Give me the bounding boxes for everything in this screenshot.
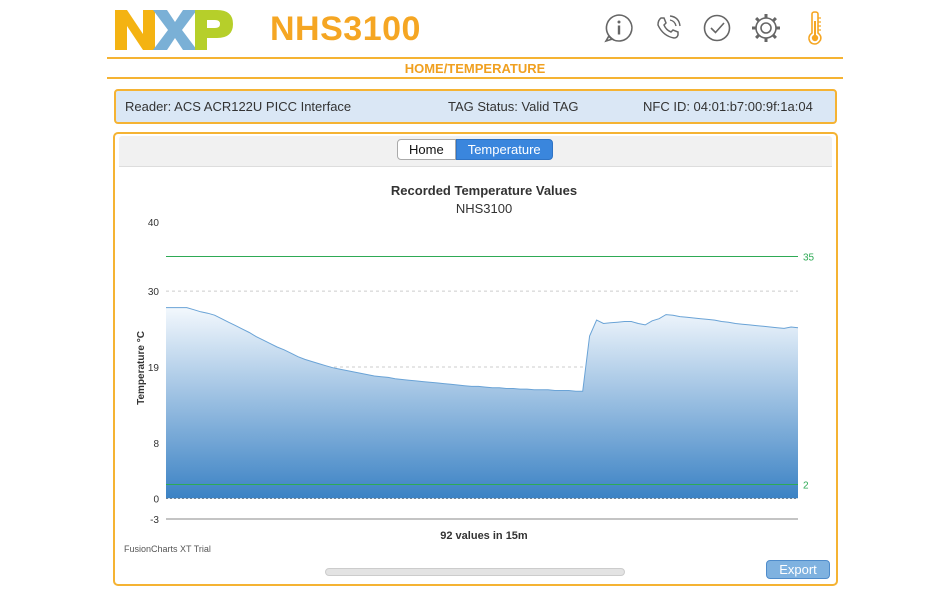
- y-axis-label: Temperature °C: [136, 331, 147, 405]
- info-bar: Reader: ACS ACR122U PICC Interface TAG S…: [114, 89, 837, 124]
- y-tick-label: 8: [153, 439, 159, 450]
- chart-title: Recorded Temperature Values: [391, 183, 577, 198]
- tab-temperature[interactable]: Temperature: [455, 139, 553, 160]
- app-window: NHS3100 HOME/TEMPERATURE Reader: ACS ACR…: [105, 0, 845, 594]
- nxp-logo: [115, 10, 233, 50]
- tab-group: Home Temperature: [397, 139, 553, 160]
- y-tick-label: 19: [148, 363, 160, 374]
- x-axis-label: 92 values in 15m: [440, 530, 528, 542]
- series-area: [166, 307, 798, 499]
- breadcrumb-divider: [107, 77, 843, 79]
- chart-panel: Home Temperature Recorded Temperature Va…: [113, 132, 838, 586]
- y-tick-label: -3: [150, 515, 159, 526]
- breadcrumb: HOME/TEMPERATURE: [404, 61, 546, 76]
- trendline-label: 2: [803, 480, 809, 491]
- clock-icon[interactable]: [699, 10, 735, 46]
- export-button[interactable]: Export: [766, 560, 830, 579]
- info-icon[interactable]: [601, 10, 637, 46]
- tab-strip: Home Temperature: [119, 136, 832, 167]
- chart-watermark: FusionCharts XT Trial: [124, 544, 211, 554]
- temperature-chart: Recorded Temperature Values NHS3100 Temp…: [124, 183, 815, 554]
- y-tick-label: 30: [148, 287, 160, 298]
- tag-status: TAG Status: Valid TAG: [448, 99, 579, 114]
- horizontal-scrollbar[interactable]: [325, 568, 625, 576]
- header-divider: [107, 57, 843, 59]
- thermometer-icon[interactable]: [797, 10, 833, 46]
- gear-icon[interactable]: [748, 10, 784, 46]
- tab-home[interactable]: Home: [397, 139, 456, 160]
- reader-info: Reader: ACS ACR122U PICC Interface: [125, 99, 352, 114]
- nfc-id: NFC ID: 04:01:b7:00:9f:1a:04: [643, 99, 813, 114]
- trendline-label: 35: [803, 253, 815, 264]
- phone-icon[interactable]: [650, 10, 686, 46]
- chart-subtitle: NHS3100: [456, 201, 512, 216]
- app-title: NHS3100: [270, 10, 421, 48]
- y-tick-label: 0: [153, 494, 159, 505]
- y-tick-label: 40: [148, 218, 160, 229]
